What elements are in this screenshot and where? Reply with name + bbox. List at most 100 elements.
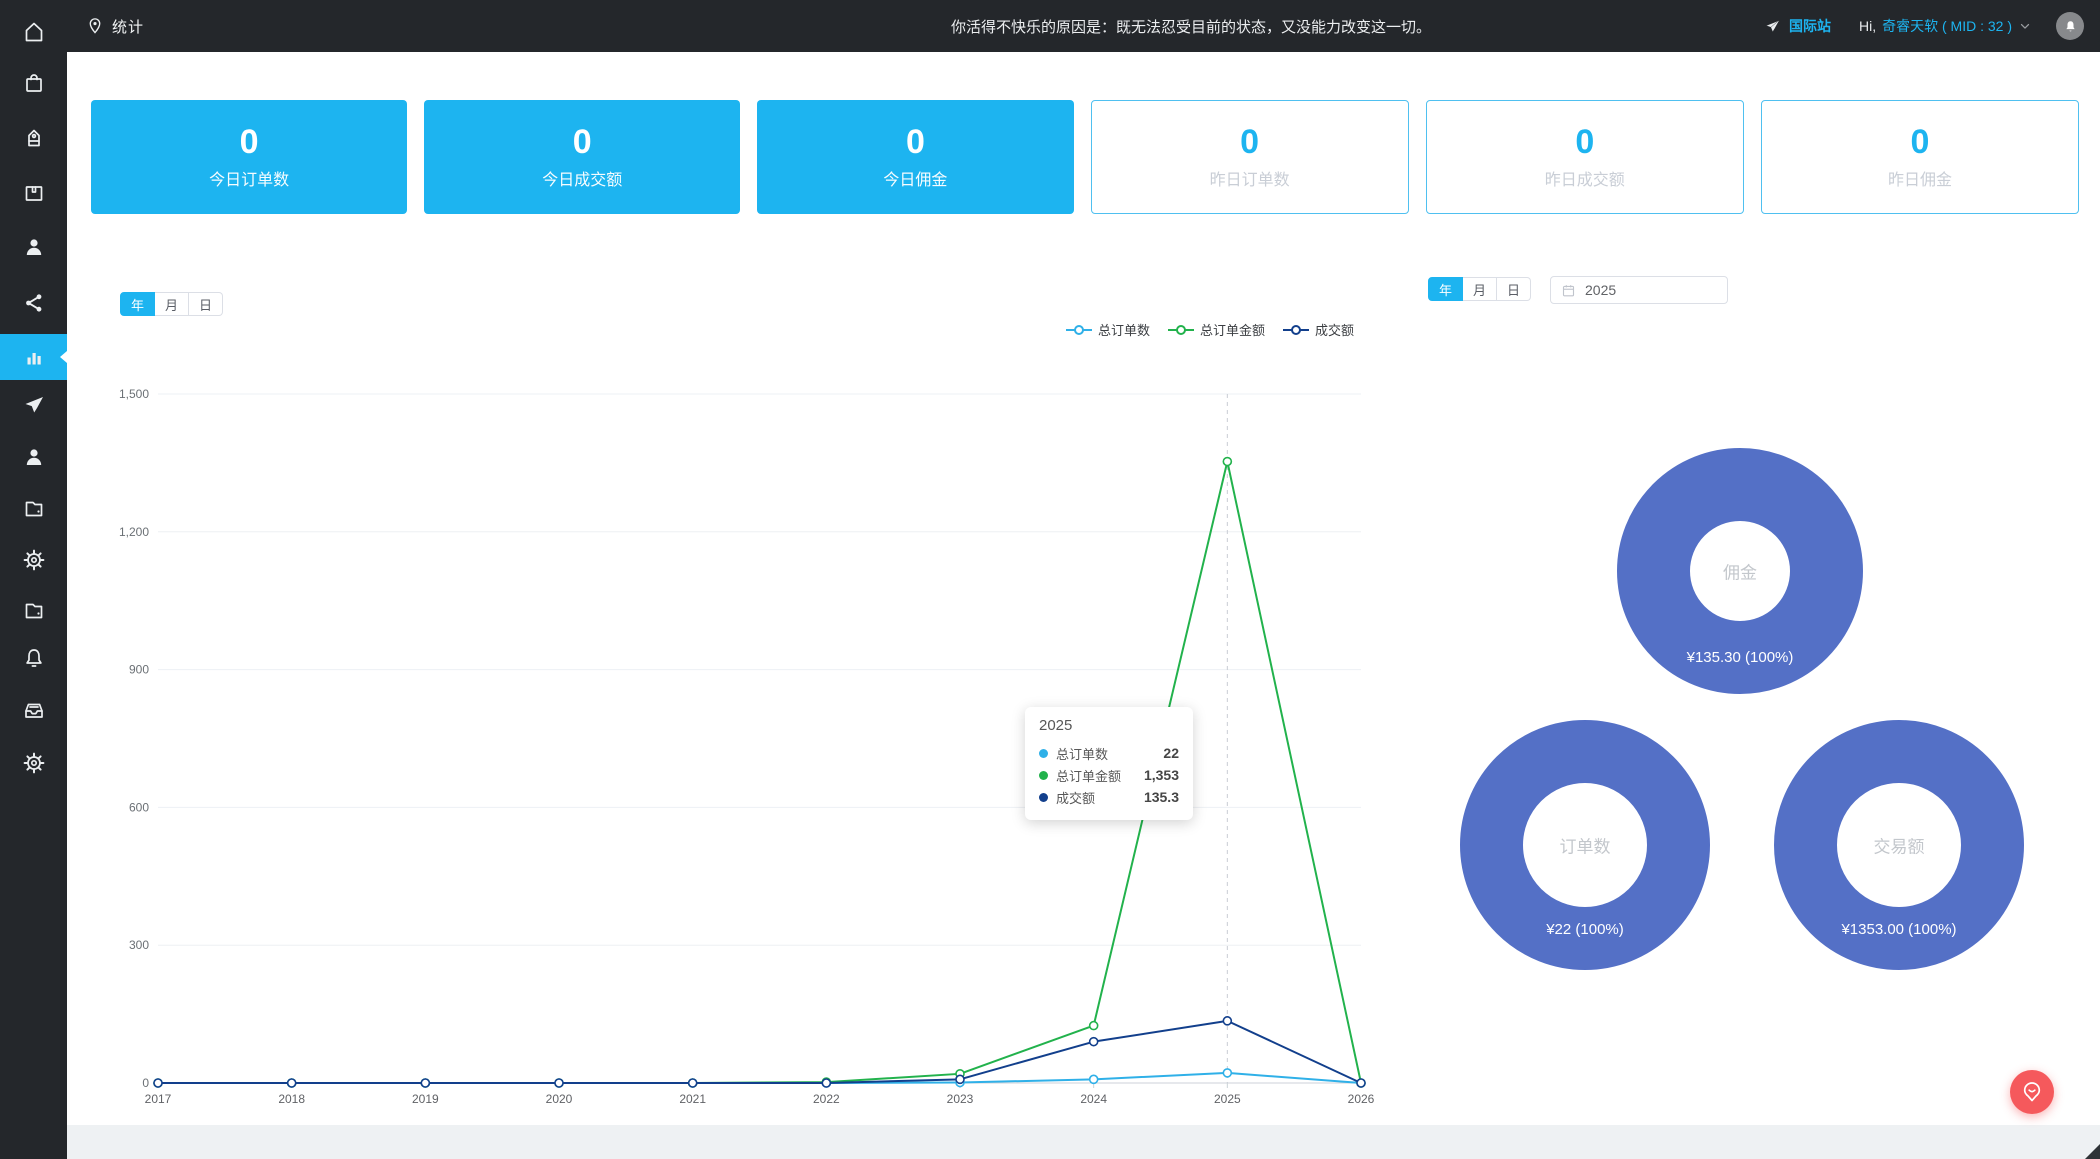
sidebar-item-settings[interactable]	[0, 540, 67, 580]
series-dot	[1039, 749, 1048, 758]
sidebar-item-account[interactable]	[0, 437, 67, 477]
site-link-label: 国际站	[1789, 16, 1831, 36]
legend-label: 总订单金额	[1200, 320, 1265, 339]
chart-tooltip: 2025 总订单数 22 总订单金额 1,353 成交额 135.3	[1025, 707, 1193, 820]
tooltip-label: 总订单金额	[1056, 766, 1121, 785]
donut-commission[interactable]: 佣金 ¥135.30 (100%)	[1617, 448, 1863, 694]
topbar-right: 国际站 Hi, 奇睿天软 ( MID : 32 )	[1764, 0, 2084, 52]
stat-label: 昨日佣金	[1888, 166, 1952, 190]
svg-text:900: 900	[129, 663, 149, 677]
sidebar-item-archive[interactable]	[0, 590, 67, 630]
stat-value: 0	[1575, 124, 1594, 160]
legend-item-turnover[interactable]: 成交额	[1283, 320, 1354, 339]
tab-month[interactable]: 月	[155, 292, 189, 316]
tooltip-value: 135.3	[1144, 789, 1179, 805]
tooltip-value: 1,353	[1144, 767, 1179, 783]
stat-cards-row: 0 今日订单数 0 今日成交额 0 今日佣金 0 昨日订单数 0 昨日成交额 0…	[91, 100, 2079, 214]
svg-text:2023: 2023	[947, 1092, 974, 1106]
sidebar-item-share[interactable]	[0, 283, 67, 323]
svg-text:2019: 2019	[412, 1092, 439, 1106]
sidebar-item-inbox[interactable]	[0, 690, 67, 730]
tab-day[interactable]: 日	[189, 292, 223, 316]
sidebar-item-home[interactable]	[0, 12, 67, 52]
donut-order-count[interactable]: 订单数 ¥22 (100%)	[1460, 720, 1710, 970]
chart-legend: 总订单数 总订单金额 成交额	[1066, 320, 1354, 339]
tooltip-label: 总订单数	[1056, 744, 1108, 763]
svg-text:2024: 2024	[1080, 1092, 1107, 1106]
sidebar-item-customers[interactable]	[0, 227, 67, 267]
svg-text:2017: 2017	[145, 1092, 172, 1106]
svg-text:0: 0	[142, 1076, 149, 1090]
series-dot	[1039, 793, 1048, 802]
topbar: 统计 你活得不快乐的原因是：既无法忍受目前的状态，又没能力改变这一切。 国际站 …	[0, 0, 2100, 52]
sidebar-item-send[interactable]	[0, 385, 67, 425]
stat-label: 今日佣金	[883, 166, 947, 190]
tab-day[interactable]: 日	[1497, 277, 1531, 301]
trend-period-tabs: 年 月 日	[120, 292, 223, 316]
stat-label: 今日成交额	[542, 166, 622, 190]
shopping-bag-icon	[22, 71, 46, 95]
svg-text:1,500: 1,500	[119, 387, 149, 401]
series-dot	[1039, 771, 1048, 780]
stat-card-yesterday-turnover: 0 昨日成交额	[1426, 100, 1744, 214]
stat-value: 0	[573, 124, 592, 160]
tag-icon	[22, 126, 46, 150]
svg-text:2025: 2025	[1214, 1092, 1241, 1106]
corner-wedge	[2085, 1144, 2100, 1159]
sidebar-item-products[interactable]	[0, 172, 67, 212]
package-icon	[22, 180, 46, 204]
support-fab[interactable]	[2010, 1070, 2054, 1114]
send-icon	[22, 393, 46, 417]
svg-text:600: 600	[129, 800, 149, 814]
donut-value-label: ¥135.30 (100%)	[1617, 649, 1863, 666]
avatar[interactable]	[2056, 12, 2084, 40]
inbox-icon	[22, 698, 46, 722]
bar-chart-icon	[22, 345, 46, 369]
stat-value: 0	[906, 124, 925, 160]
sidebar-item-statistics[interactable]	[0, 334, 67, 380]
stat-card-today-commission: 0 今日佣金	[757, 100, 1073, 214]
tooltip-label: 成交额	[1056, 788, 1095, 807]
sidebar-item-orders[interactable]	[0, 63, 67, 103]
stat-card-yesterday-commission: 0 昨日佣金	[1761, 100, 2079, 214]
sidebar-item-system-settings[interactable]	[0, 743, 67, 783]
tooltip-title: 2025	[1039, 717, 1179, 734]
dashboard-page: 统计 你活得不快乐的原因是：既无法忍受目前的状态，又没能力改变这一切。 国际站 …	[0, 0, 2100, 1159]
trend-line-chart[interactable]: 03006009001,2001,50020172018201920202021…	[107, 380, 1399, 1125]
sidebar-item-files[interactable]	[0, 488, 67, 528]
tab-month[interactable]: 月	[1463, 277, 1497, 301]
year-date-picker[interactable]	[1550, 276, 1728, 304]
year-input[interactable]	[1551, 277, 1727, 303]
svg-text:2021: 2021	[679, 1092, 706, 1106]
legend-item-total-orders[interactable]: 总订单数	[1066, 320, 1150, 339]
gear-icon	[22, 548, 46, 572]
stat-card-today-turnover: 0 今日成交额	[424, 100, 740, 214]
donut-center-label: 佣金	[1617, 559, 1863, 584]
stat-value: 0	[240, 124, 259, 160]
tooltip-row: 成交额 135.3	[1039, 786, 1179, 808]
site-link[interactable]: 国际站	[1764, 16, 1831, 36]
sidebar-item-notifications[interactable]	[0, 638, 67, 678]
legend-marker	[1066, 324, 1092, 336]
svg-text:2020: 2020	[546, 1092, 573, 1106]
folder-icon	[22, 598, 46, 622]
tab-year[interactable]: 年	[1428, 277, 1463, 301]
svg-text:300: 300	[129, 938, 149, 952]
topbar-quote: 你活得不快乐的原因是：既无法忍受目前的状态，又没能力改变这一切。	[951, 16, 1431, 37]
tab-year[interactable]: 年	[120, 292, 155, 316]
user-name: 奇睿天软 ( MID : 32 )	[1882, 16, 2012, 36]
donut-transaction-amount[interactable]: 交易额 ¥1353.00 (100%)	[1774, 720, 2024, 970]
user-icon	[22, 445, 46, 469]
legend-item-total-order-amount[interactable]: 总订单金额	[1168, 320, 1265, 339]
user-dropdown[interactable]: Hi, 奇睿天软 ( MID : 32 )	[1859, 16, 2032, 36]
chevron-down-icon	[2018, 19, 2032, 33]
folder-icon	[22, 496, 46, 520]
sidebar-item-tags[interactable]	[0, 118, 67, 158]
stat-value: 0	[1240, 124, 1259, 160]
gear-icon	[22, 751, 46, 775]
tooltip-row: 总订单数 22	[1039, 742, 1179, 764]
stat-label: 今日订单数	[209, 166, 289, 190]
user-icon	[22, 235, 46, 259]
legend-label: 总订单数	[1098, 320, 1150, 339]
svg-text:2022: 2022	[813, 1092, 840, 1106]
